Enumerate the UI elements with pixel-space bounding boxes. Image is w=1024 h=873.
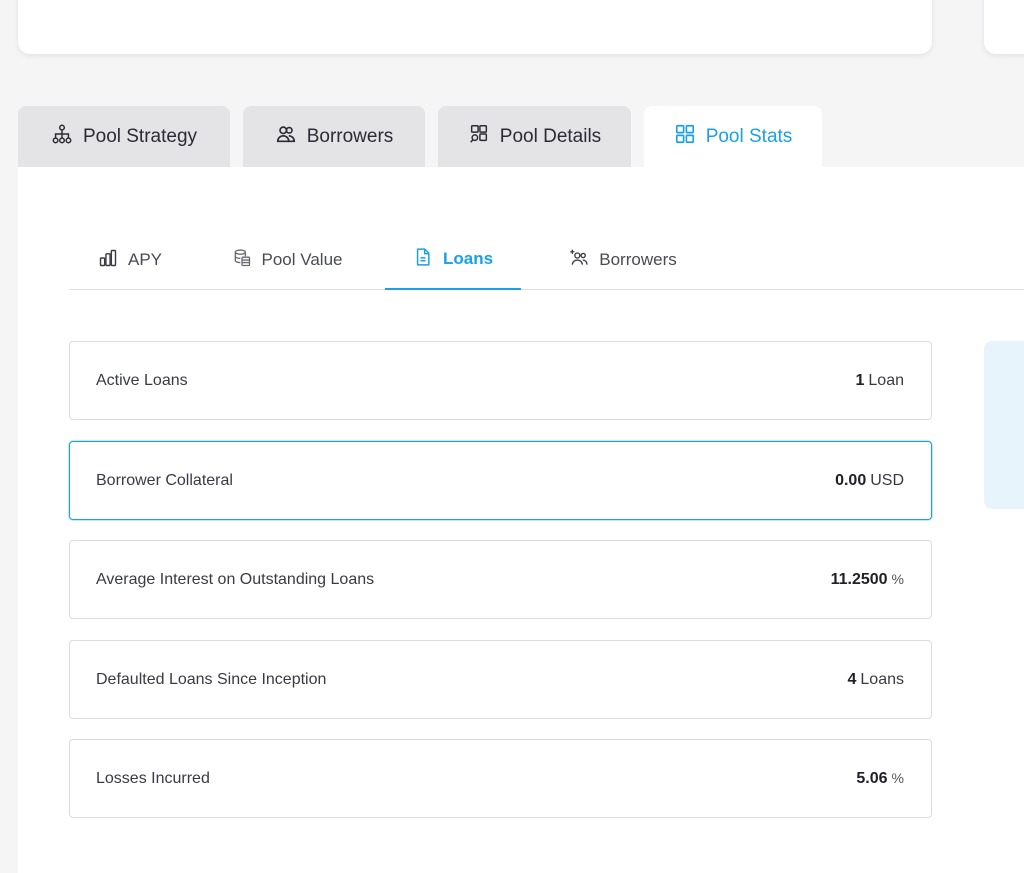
subtab-label: Borrowers <box>599 250 677 269</box>
stat-number: 5.06 <box>856 769 888 787</box>
sub-tab-bar: APY Pool Value Loans Borrowers <box>69 230 1024 290</box>
stat-row-average-interest: Average Interest on Outstanding Loans 11… <box>69 540 932 619</box>
stat-row-borrower-collateral[interactable]: Borrower Collateral 0.00 USD <box>69 441 932 520</box>
document-icon <box>413 247 433 272</box>
stat-number: 1 <box>855 371 865 389</box>
subtab-label: Loans <box>442 249 494 268</box>
stat-label: Defaulted Loans Since Inception <box>96 670 327 688</box>
top-side-card <box>984 0 1024 54</box>
stat-unit: Loan <box>868 371 904 389</box>
stat-label: Active Loans <box>96 371 188 389</box>
tab-pool-stats[interactable]: Pool Stats <box>644 106 822 167</box>
tab-label: Pool Stats <box>705 125 793 147</box>
stat-label: Borrower Collateral <box>96 471 233 489</box>
hierarchy-icon <box>51 123 73 151</box>
stat-value: 0.00 USD <box>835 472 904 490</box>
stat-value: 5.06% <box>856 770 904 788</box>
subtab-loans[interactable]: Loans <box>385 230 521 290</box>
details-search-icon <box>468 123 490 151</box>
stat-value: 1 Loan <box>856 372 905 390</box>
grid-icon <box>674 123 696 151</box>
stat-row-losses-incurred: Losses Incurred 5.06% <box>69 739 932 818</box>
stat-row-defaulted-loans: Defaulted Loans Since Inception 4 Loans <box>69 640 932 719</box>
stat-value: 11.2500% <box>831 571 904 589</box>
top-summary-card <box>18 0 932 54</box>
tab-pool-strategy[interactable]: Pool Strategy <box>18 106 230 167</box>
users-icon <box>275 123 297 151</box>
side-info-card <box>984 341 1024 509</box>
tab-borrowers[interactable]: Borrowers <box>243 106 425 167</box>
subtab-apy[interactable]: APY <box>95 230 165 290</box>
subtab-pool-value[interactable]: Pool Value <box>225 230 349 290</box>
add-users-icon <box>569 248 589 273</box>
tab-label: Borrowers <box>306 125 394 147</box>
stat-label: Average Interest on Outstanding Loans <box>96 570 375 588</box>
stat-number: 0.00 <box>835 471 867 489</box>
stat-unit: % <box>891 769 904 786</box>
stat-value: 4 Loans <box>848 671 905 689</box>
tab-label: Pool Details <box>499 125 602 147</box>
stat-unit: USD <box>870 471 904 489</box>
subtab-label: APY <box>127 250 163 269</box>
stat-unit: Loans <box>860 670 904 688</box>
stat-label: Losses Incurred <box>96 769 210 787</box>
stat-number: 4 <box>847 670 857 688</box>
bar-chart-icon <box>98 248 118 273</box>
subtab-borrowers[interactable]: Borrowers <box>559 230 687 290</box>
stat-row-active-loans: Active Loans 1 Loan <box>69 341 932 420</box>
subtab-label: Pool Value <box>261 250 343 269</box>
stat-unit: % <box>891 570 904 587</box>
tab-label: Pool Strategy <box>82 125 198 147</box>
tab-pool-details[interactable]: Pool Details <box>438 106 631 167</box>
stat-number: 11.2500 <box>830 570 888 588</box>
coins-icon <box>232 248 252 273</box>
